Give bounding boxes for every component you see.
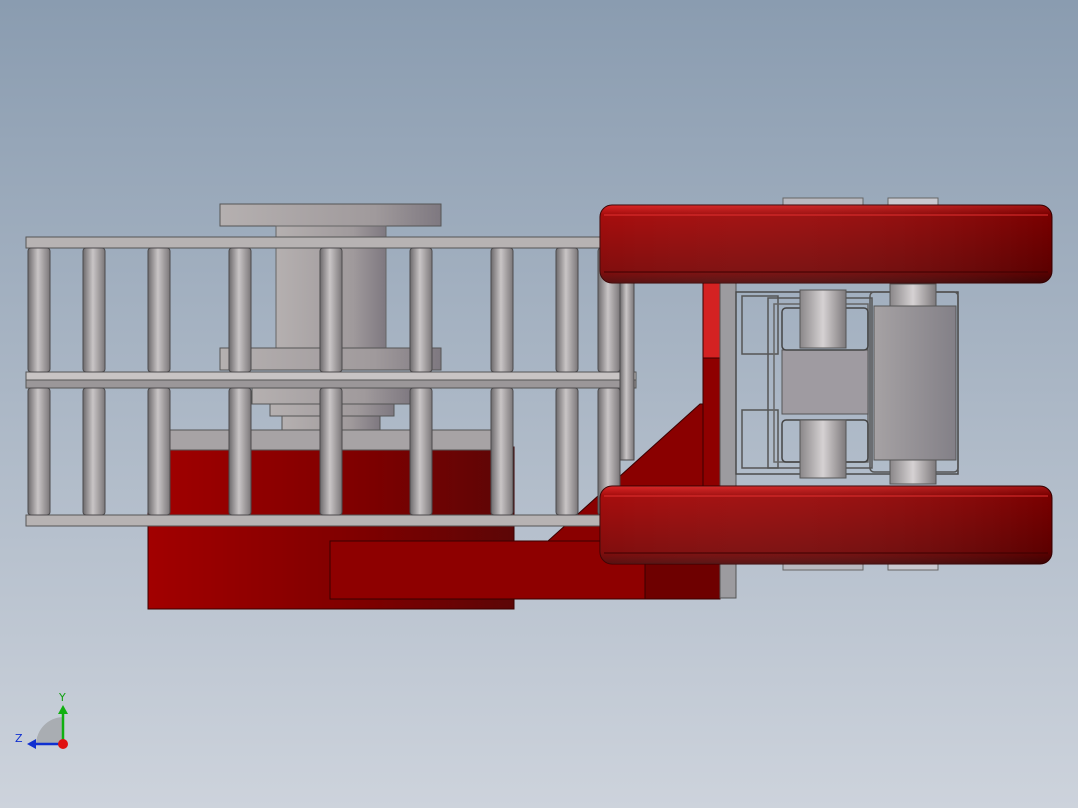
cage-rod <box>147 387 171 516</box>
cad-3d-viewport[interactable]: Y Z <box>0 0 1078 808</box>
cage-rod <box>490 247 514 373</box>
cage-rod <box>82 387 106 516</box>
cage-rod <box>82 247 106 373</box>
cage-rod <box>319 247 343 373</box>
cage-rod <box>490 387 514 516</box>
cage-rod <box>228 247 252 373</box>
upper-wheel[interactable] <box>599 197 1053 284</box>
z-axis-label: Z <box>15 732 23 745</box>
x-axis-dot <box>58 739 68 749</box>
cage-rod <box>147 247 171 373</box>
cage-rod <box>409 387 433 516</box>
y-axis-label: Y <box>58 691 66 704</box>
cage-rod <box>619 281 635 461</box>
cage-rod <box>228 387 252 516</box>
cage-rod <box>27 247 51 373</box>
cage-rod <box>409 247 433 373</box>
cage-rod <box>555 387 579 516</box>
cage-rod <box>319 387 343 516</box>
cage-rod <box>27 387 51 516</box>
lower-wheel[interactable] <box>599 485 1053 571</box>
cage-rod <box>555 247 579 373</box>
